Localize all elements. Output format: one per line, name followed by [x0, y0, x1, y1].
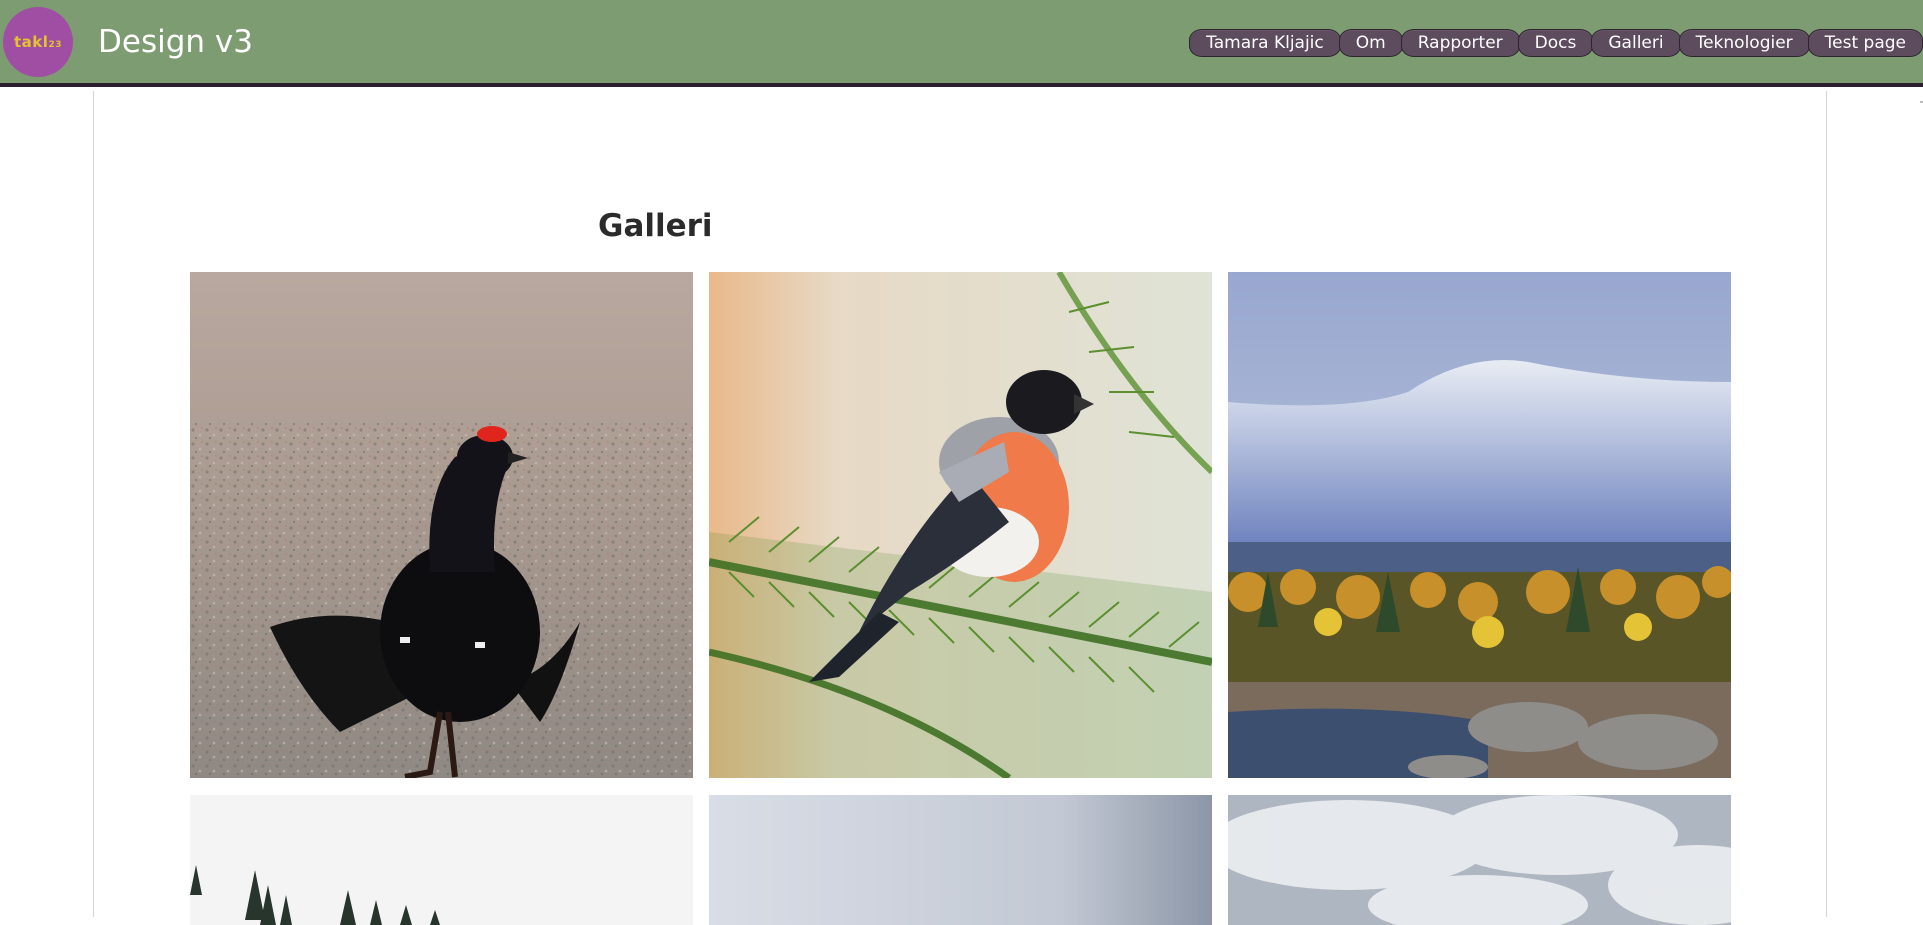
nav-item-home[interactable]: Tamara Kljajic [1189, 29, 1341, 57]
nav-item-test-page[interactable]: Test page [1807, 29, 1923, 57]
site-header: takl23 Design v3 Tamara Kljajic Om Rappo… [0, 0, 1923, 87]
gallery-image-bullfinch[interactable] [709, 272, 1212, 778]
gallery-image-black-grouse[interactable] [190, 272, 693, 778]
nav-item-om[interactable]: Om [1338, 29, 1403, 57]
nav-item-docs[interactable]: Docs [1517, 29, 1594, 57]
site-logo[interactable]: takl23 [3, 7, 73, 77]
nav-item-rapporter[interactable]: Rapporter [1400, 29, 1520, 57]
nav-item-galleri[interactable]: Galleri [1591, 29, 1681, 57]
gallery-image-clouds[interactable] [1228, 795, 1731, 925]
site-title[interactable]: Design v3 [98, 20, 253, 64]
page-title: Galleri [598, 208, 713, 244]
nav-item-teknologier[interactable]: Teknologier [1678, 29, 1810, 57]
gallery-image-grey-sky[interactable] [709, 795, 1212, 925]
gallery-image-snowy-forest[interactable] [190, 795, 693, 925]
logo-text: takl23 [14, 33, 62, 51]
main-nav: Tamara Kljajic Om Rapporter Docs Galleri… [1189, 29, 1923, 57]
gallery-image-mountain[interactable] [1228, 272, 1731, 778]
